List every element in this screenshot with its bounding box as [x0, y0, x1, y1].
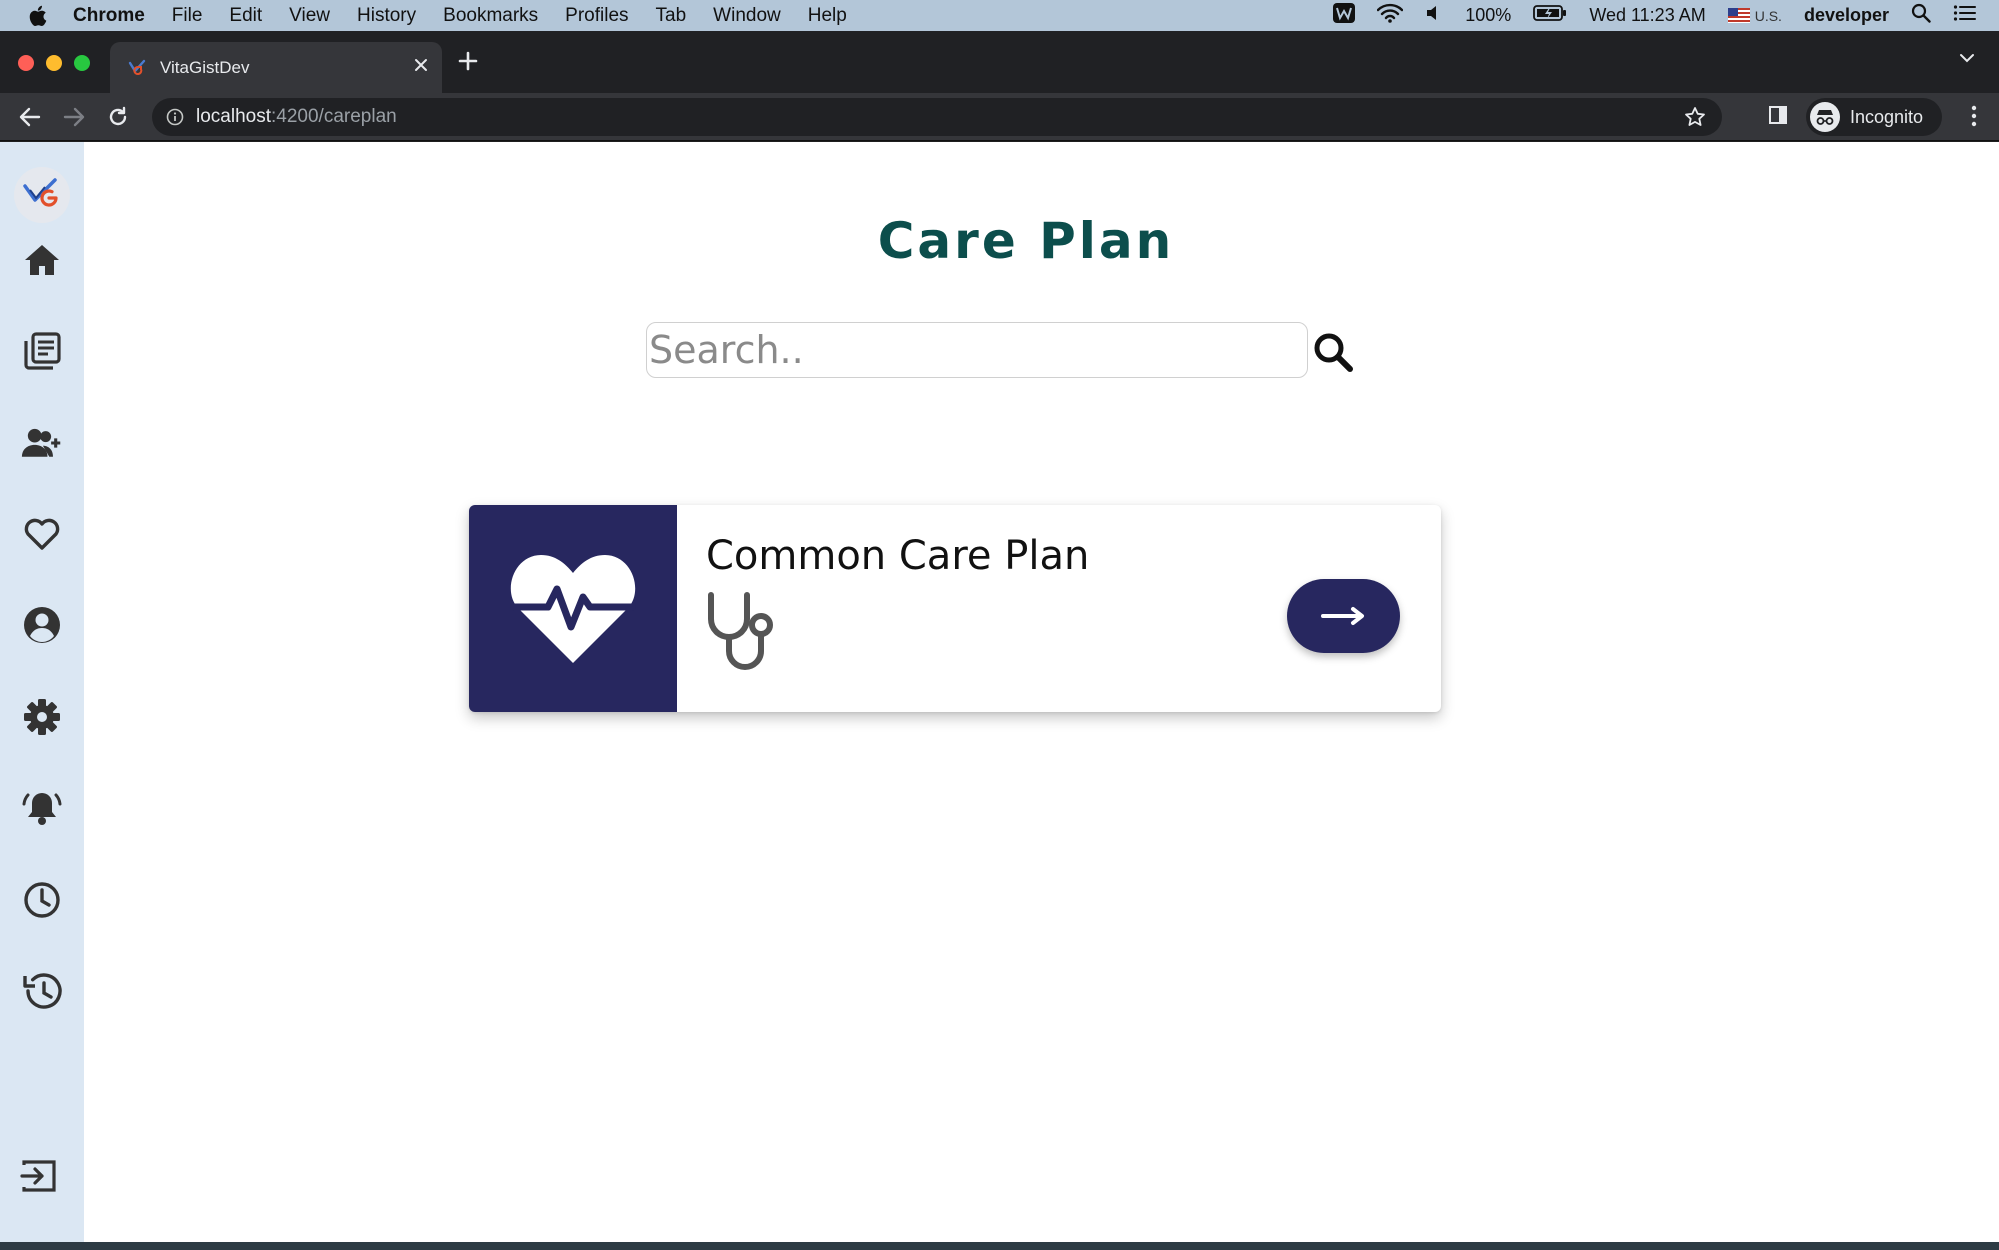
heartbeat-icon [469, 505, 677, 712]
new-tab-icon[interactable] [458, 47, 478, 77]
user-name[interactable]: developer [1804, 5, 1889, 26]
page-title: Care Plan [877, 212, 1175, 270]
menu-app-name[interactable]: Chrome [73, 5, 145, 27]
browser-toolbar: localhost:4200/careplan Incognito [0, 93, 1999, 141]
browser-tab-strip: VitaGistDev [0, 31, 1999, 93]
tab-search-chevron-icon[interactable] [1959, 51, 1975, 69]
tab-close-icon[interactable] [414, 55, 428, 78]
window-close-button[interactable] [18, 55, 34, 71]
incognito-label: Incognito [1850, 106, 1924, 127]
alarm-bell-icon[interactable] [21, 787, 63, 829]
spotlight-search-icon[interactable] [1911, 3, 1931, 28]
search-icon[interactable] [1310, 329, 1356, 375]
heart-icon[interactable] [21, 513, 63, 555]
macos-menu-bar: Chrome File Edit View History Bookmarks … [0, 0, 1999, 31]
account-icon[interactable] [21, 604, 63, 646]
wifi-icon[interactable] [1377, 3, 1404, 28]
menu-file[interactable]: File [172, 5, 203, 27]
search-input[interactable] [647, 328, 1307, 372]
menu-history[interactable]: History [357, 5, 416, 27]
vitagist-logo[interactable] [14, 167, 70, 223]
browser-tab-active[interactable]: VitaGistDev [110, 42, 442, 93]
back-arrow-icon[interactable] [18, 105, 42, 129]
window-zoom-button[interactable] [74, 55, 90, 71]
care-plan-card[interactable]: Common Care Plan [469, 505, 1441, 712]
reload-icon[interactable] [106, 105, 130, 129]
wps-icon[interactable] [1333, 3, 1356, 28]
input-source-label: U.S. [1754, 7, 1782, 24]
menu-bar-status-area: 100% Wed 11:23 AM U.S. developer [1333, 0, 1977, 31]
history-icon[interactable] [21, 970, 63, 1012]
menu-window[interactable]: Window [713, 5, 781, 27]
side-panel-icon[interactable] [1768, 105, 1788, 130]
settings-icon[interactable] [21, 696, 63, 738]
browser-menu-icon[interactable] [1971, 105, 1977, 132]
sidebar-nav [0, 142, 84, 1242]
search-field [646, 322, 1308, 378]
menu-tab[interactable]: Tab [656, 5, 687, 27]
battery-percent: 100% [1465, 5, 1512, 25]
url-host: localhost [196, 106, 271, 127]
open-care-plan-button[interactable] [1287, 579, 1400, 653]
control-center-icon[interactable] [1953, 4, 1977, 27]
tab-favicon-icon [128, 59, 146, 77]
stethoscope-icon [705, 591, 785, 675]
us-flag-icon [1727, 8, 1750, 23]
desktop-edge [0, 1242, 1999, 1250]
forward-arrow-icon[interactable] [62, 105, 86, 129]
address-bar[interactable]: localhost:4200/careplan [152, 98, 1722, 136]
library-icon[interactable] [21, 330, 63, 372]
menu-profiles[interactable]: Profiles [565, 5, 628, 27]
site-info-icon[interactable] [166, 108, 184, 126]
card-title: Common Care Plan [706, 533, 1090, 579]
clock-icon[interactable] [21, 879, 63, 921]
menu-edit[interactable]: Edit [229, 5, 262, 27]
home-icon[interactable] [21, 239, 63, 281]
window-minimize-button[interactable] [46, 55, 62, 71]
arrow-right-icon [1320, 607, 1364, 625]
menu-view[interactable]: View [289, 5, 330, 27]
incognito-profile-button[interactable]: Incognito [1806, 98, 1942, 136]
logout-icon[interactable] [18, 1155, 60, 1197]
tab-title: VitaGistDev [160, 57, 250, 77]
app-viewport: Care Plan Common Care Plan [0, 142, 1999, 1242]
url-path: :4200/careplan [271, 106, 397, 127]
battery-icon[interactable] [1533, 4, 1567, 27]
incognito-icon [1810, 102, 1840, 132]
add-user-icon[interactable] [21, 422, 63, 464]
menu-help[interactable]: Help [808, 5, 847, 27]
input-source[interactable]: U.S. [1727, 7, 1782, 24]
volume-icon[interactable] [1425, 4, 1443, 27]
bookmark-star-icon[interactable] [1684, 106, 1706, 133]
apple-menu-icon[interactable] [27, 5, 51, 27]
menu-bookmarks[interactable]: Bookmarks [443, 5, 538, 27]
clock[interactable]: Wed 11:23 AM [1589, 5, 1705, 26]
